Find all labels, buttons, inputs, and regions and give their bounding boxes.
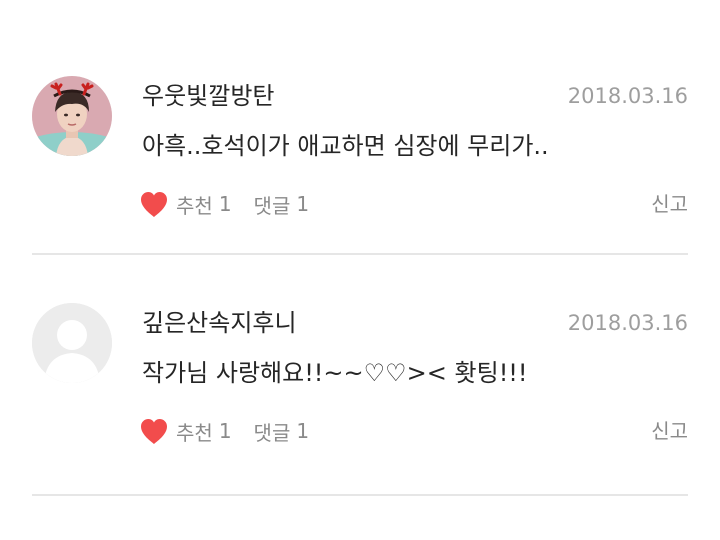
divider (32, 494, 688, 496)
avatar[interactable] (32, 303, 112, 383)
comment-author[interactable]: 우웃빛깔방탄 (142, 78, 274, 114)
comment-text: 작가님 사랑해요!!~~♡♡>< 홧팅!!! (142, 359, 528, 387)
comment-actions: 추천 1 댓글 1 (138, 186, 309, 222)
like-count: 1 (218, 192, 232, 216)
comment-author[interactable]: 깊은산속지후니 (142, 305, 297, 341)
reply-count: 1 (296, 192, 310, 216)
comment-date: 2018.03.16 (567, 84, 688, 108)
report-button[interactable]: 신고 (651, 413, 688, 449)
comment-text: 아흑..호석이가 애교하면 심장에 무리가.. (142, 132, 549, 160)
like-button[interactable]: 추천 1 (138, 416, 232, 446)
reply-label: 댓글 (253, 193, 291, 218)
comment-item: 우웃빛깔방탄 2018.03.16 아흑..호석이가 애교하면 심장에 무리가.… (0, 14, 720, 255)
default-user-silhouette-icon (32, 303, 112, 383)
heart-icon (141, 419, 167, 444)
comment-item: 깊은산속지후니 2018.03.16 작가님 사랑해요!!~~♡♡>< 홧팅!!… (0, 255, 720, 496)
like-label: 추천 (176, 420, 213, 445)
comment-date: 2018.03.16 (567, 311, 688, 335)
reply-count: 1 (296, 419, 310, 443)
comment-actions: 추천 1 댓글 1 (138, 413, 309, 449)
avatar[interactable] (32, 76, 112, 156)
like-button[interactable]: 추천 1 (138, 189, 232, 219)
report-button[interactable]: 신고 (651, 186, 688, 222)
reply-button[interactable]: 댓글 1 (254, 417, 310, 446)
reply-label: 댓글 (253, 420, 291, 445)
like-count: 1 (218, 419, 232, 443)
user-photo-icon (32, 76, 112, 156)
heart-icon (141, 192, 167, 217)
reply-button[interactable]: 댓글 1 (254, 190, 310, 219)
like-label: 추천 (176, 193, 213, 218)
